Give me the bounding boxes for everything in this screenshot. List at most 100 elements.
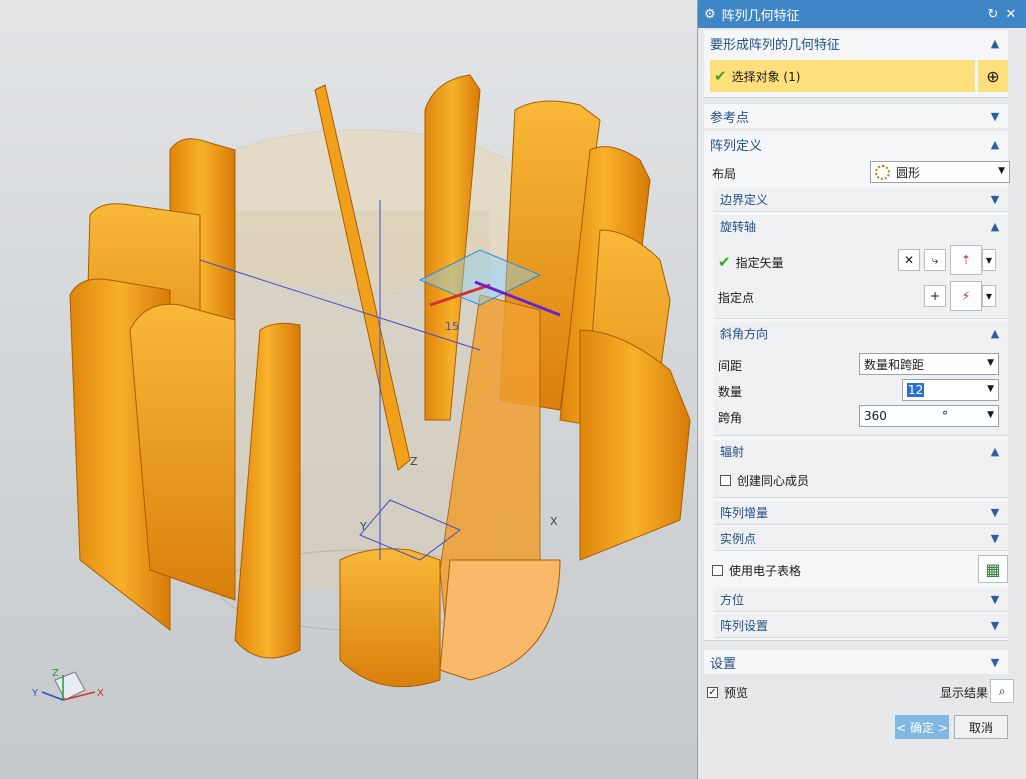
spacing-dropdown[interactable]: 数量和跨距 ▼ <box>859 353 999 375</box>
geometry-group-header[interactable]: 要形成阵列的几何特征 ▲ <box>704 30 1008 56</box>
fin <box>339 548 441 688</box>
count-value: 12 <box>907 383 925 397</box>
dropdown-arrow-icon: ▼ <box>987 358 994 368</box>
array-settings-header[interactable]: 阵列设置 ▼ <box>714 614 1008 636</box>
orientation-subgroup: 方位 ▼ <box>714 588 1008 612</box>
spreadsheet-checkbox-row[interactable]: 使用电子表格 <box>712 562 801 579</box>
circle-layout-icon <box>875 164 890 180</box>
chevron-down-icon[interactable]: ▼ <box>988 593 1002 606</box>
boundary-title: 边界定义 <box>720 192 769 207</box>
span-unit: ° <box>942 409 948 423</box>
preview-checkbox[interactable]: ✓ <box>707 687 718 698</box>
radiate-header[interactable]: 辐射 ▲ <box>714 440 1008 462</box>
preview-checkbox-row[interactable]: ✓ 预览 <box>707 684 748 701</box>
settings-header[interactable]: 设置 ▼ <box>704 650 1008 674</box>
chevron-down-icon[interactable]: ▼ <box>988 619 1002 632</box>
angle-direction-subgroup: 斜角方向 ▲ 间距 数量和跨距 ▼ 数量 12 ▼ 跨角 360 ° ▼ <box>714 322 1008 436</box>
specify-vector-label: 指定矢量 <box>735 255 784 270</box>
instance-title: 实例点 <box>720 531 757 546</box>
dropdown-arrow-icon[interactable]: ▼ <box>982 249 996 271</box>
count-input[interactable]: 12 ▼ <box>902 379 999 401</box>
chevron-down-icon[interactable]: ▼ <box>988 193 1002 206</box>
fin <box>579 329 691 561</box>
orientation-header[interactable]: 方位 ▼ <box>714 588 1008 610</box>
cancel-button[interactable]: 取消 <box>954 715 1008 739</box>
dropdown-arrow-icon[interactable]: ▼ <box>982 285 996 307</box>
chevron-up-icon[interactable]: ▲ <box>988 327 1002 340</box>
concentric-label: 创建同心成员 <box>737 474 810 488</box>
gear-icon[interactable]: ⚙ <box>704 7 716 22</box>
inferred-point-icon[interactable]: ⚡ <box>950 281 982 311</box>
spacing-label: 间距 <box>718 359 743 373</box>
ok-button[interactable]: < 确定 > <box>895 715 949 739</box>
spreadsheet-label: 使用电子表格 <box>729 564 802 578</box>
layout-dropdown[interactable]: 圆形 ▼ <box>870 161 1010 183</box>
point-dialog-icon[interactable]: + <box>924 285 946 307</box>
increment-header[interactable]: 阵列增量 ▼ <box>714 501 1008 523</box>
boundary-subgroup: 边界定义 ▼ <box>714 188 1008 212</box>
angle-direction-header[interactable]: 斜角方向 ▲ <box>714 322 1008 344</box>
layout-label: 布局 <box>712 167 737 181</box>
geometry-group-title: 要形成阵列的几何特征 <box>710 37 841 53</box>
crosshair-icon[interactable]: ⊕ <box>978 60 1008 92</box>
rotation-axis-title: 旋转轴 <box>720 219 757 234</box>
increment-subgroup: 阵列增量 ▼ <box>714 501 1008 525</box>
increment-title: 阵列增量 <box>720 505 769 520</box>
instance-header[interactable]: 实例点 ▼ <box>714 527 1008 549</box>
chevron-up-icon[interactable]: ▲ <box>988 220 1002 233</box>
select-object-row[interactable]: ✔ 选择对象 (1) <box>710 60 975 92</box>
array-def-header[interactable]: 阵列定义 ▲ <box>704 131 1008 157</box>
dropdown-arrow-icon: ▼ <box>987 384 994 394</box>
array-def-title: 阵列定义 <box>710 138 763 154</box>
check-icon: ✔ <box>714 67 727 85</box>
count-label: 数量 <box>718 385 743 399</box>
chevron-up-icon[interactable]: ▲ <box>988 37 1002 50</box>
span-input[interactable]: 360 ° ▼ <box>859 405 999 427</box>
vector-dialog-icon[interactable]: ⤷ <box>924 249 946 271</box>
angle-direction-title: 斜角方向 <box>720 326 769 341</box>
span-value: 360 <box>864 409 887 423</box>
dialog-titlebar: ⚙ 阵列几何特征 ↻ ✕ <box>698 0 1026 28</box>
concentric-checkbox-row[interactable]: 创建同心成员 <box>720 472 809 489</box>
geometry-group: 要形成阵列的几何特征 ▲ ✔ 选择对象 (1) ⊕ <box>704 30 1008 98</box>
preview-label: 预览 <box>724 686 749 700</box>
model-view: 15 Z Y X Z X Y <box>31 74 691 701</box>
close-icon[interactable]: ✕ <box>1002 7 1020 22</box>
inferred-vector-icon[interactable]: ⇡ <box>950 245 982 275</box>
settings-title: 设置 <box>710 656 737 672</box>
dropdown-arrow-icon: ▼ <box>998 166 1005 176</box>
chevron-down-icon[interactable]: ▼ <box>988 506 1002 519</box>
vector-reverse-icon[interactable]: ✕ <box>898 249 920 271</box>
svg-text:Z: Z <box>52 668 59 679</box>
chevron-down-icon[interactable]: ▼ <box>988 656 1002 669</box>
fin <box>439 559 561 681</box>
specify-point-label: 指定点 <box>718 291 755 305</box>
instance-subgroup: 实例点 ▼ <box>714 527 1008 551</box>
svg-text:X: X <box>97 688 104 699</box>
reset-icon[interactable]: ↻ <box>984 7 1002 22</box>
svg-text:Y: Y <box>31 688 39 699</box>
chevron-up-icon[interactable]: ▲ <box>988 445 1002 458</box>
chevron-down-icon[interactable]: ▼ <box>988 532 1002 545</box>
chevron-up-icon[interactable]: ▲ <box>988 138 1002 151</box>
boundary-header[interactable]: 边界定义 ▼ <box>714 188 1008 210</box>
check-icon: ✔ <box>718 253 731 271</box>
ref-point-header[interactable]: 参考点 ▼ <box>704 104 1008 128</box>
wcs-y-label: Y <box>359 520 367 533</box>
rotation-axis-header[interactable]: 旋转轴 ▲ <box>714 215 1008 237</box>
pattern-geometry-dialog: ⚙ 阵列几何特征 ↻ ✕ 要形成阵列的几何特征 ▲ ✔ 选择对象 (1) ⊕ 参… <box>697 0 1026 779</box>
concentric-checkbox[interactable] <box>720 475 731 486</box>
view-triad-icon: Z X Y <box>31 668 104 701</box>
graphics-viewport[interactable]: 15 Z Y X Z X Y <box>0 0 697 779</box>
dimension-label: 15 <box>445 320 459 333</box>
settings-group: 设置 ▼ <box>704 650 1008 674</box>
chevron-down-icon[interactable]: ▼ <box>988 110 1002 123</box>
wcs-x-label: X <box>550 515 558 528</box>
spreadsheet-icon[interactable]: ▦ <box>978 555 1008 583</box>
ref-point-group: 参考点 ▼ <box>704 104 1008 128</box>
magnifier-icon[interactable]: ⌕ <box>990 679 1014 703</box>
layout-value: 圆形 <box>896 165 921 180</box>
ref-point-title: 参考点 <box>710 110 750 126</box>
spreadsheet-checkbox[interactable] <box>712 565 723 576</box>
radiate-subgroup: 辐射 ▲ 创建同心成员 <box>714 440 1008 498</box>
